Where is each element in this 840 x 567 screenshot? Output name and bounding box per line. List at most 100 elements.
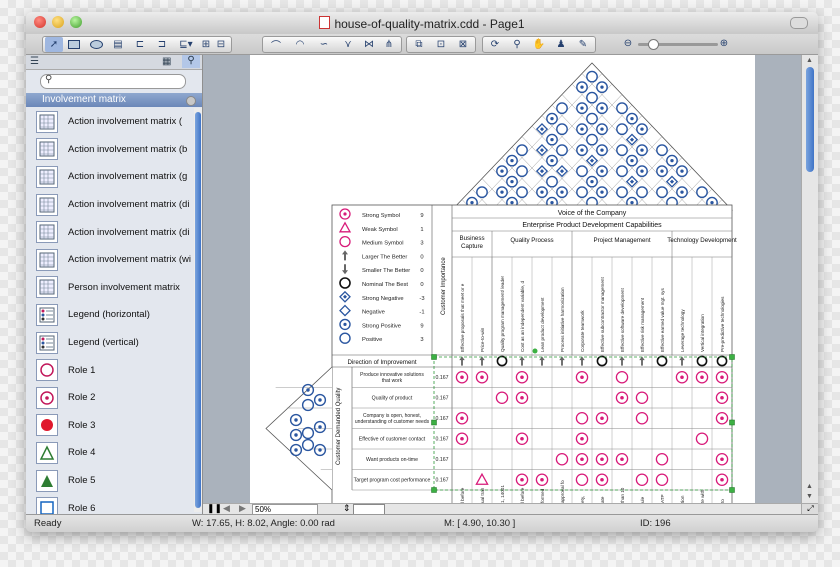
- zoom-in-icon[interactable]: ⊕: [718, 36, 730, 51]
- connector-2-icon[interactable]: ⊐: [153, 37, 171, 52]
- document-icon: [319, 16, 331, 29]
- zoom-slider[interactable]: [638, 39, 718, 50]
- column-header: Effective earned value mgt. sys: [660, 288, 665, 352]
- zoom-tool-icon[interactable]: ⚲: [507, 37, 527, 52]
- rotate-tool-icon[interactable]: ⟳: [485, 37, 505, 52]
- sidebar-item-14[interactable]: Role 5: [26, 467, 194, 495]
- library-list: Action involvement matrix (Action involv…: [26, 108, 194, 514]
- eyedropper-tool-icon[interactable]: ✎: [573, 37, 593, 52]
- sidebar-scrollbar[interactable]: [194, 108, 202, 512]
- zoom-stepper-icon[interactable]: ⇕: [343, 503, 351, 514]
- group-label: Technology Development: [667, 237, 737, 244]
- sidebar-item-13[interactable]: Role 4: [26, 439, 194, 467]
- bottom-column-label: ule: [640, 496, 645, 503]
- scroll-down-arrow-icon[interactable]: ▼: [806, 493, 813, 500]
- row-weight: 0.167: [436, 478, 449, 484]
- sidebar-item-8[interactable]: Legend (horizontal): [26, 301, 194, 329]
- legend-label: Weak Symbol: [362, 227, 398, 233]
- strong-positive-dot: [630, 158, 634, 163]
- column-header: Price-to-win: [480, 327, 485, 352]
- category-header[interactable]: Involvement matrix: [26, 93, 202, 107]
- canvas-area[interactable]: Voice of the Company Enterprise Product D…: [203, 55, 801, 503]
- drawing-page[interactable]: Voice of the Company Enterprise Product D…: [250, 55, 755, 503]
- strong-symbol-dot: [343, 212, 347, 216]
- column-header: Quality program management/ leader: [500, 275, 505, 352]
- strong-symbol-dot: [460, 375, 464, 380]
- next-page-icon[interactable]: ▶: [239, 503, 246, 514]
- smart-connector-icon[interactable]: ⋈: [359, 37, 379, 52]
- zoom-slider-knob[interactable]: [648, 39, 659, 50]
- sidebar-item-2[interactable]: Action involvement matrix (b: [26, 136, 194, 164]
- text-tool-icon[interactable]: ▤: [109, 37, 127, 52]
- group-3-icon[interactable]: ⊠: [453, 37, 473, 52]
- status-bar: Ready W: 17.65, H: 8.02, Angle: 0.00 rad…: [26, 514, 818, 532]
- library-search-input[interactable]: ⚲: [40, 74, 186, 89]
- sidebar-item-4[interactable]: Action involvement matrix (di: [26, 191, 194, 219]
- strong-positive-dot: [630, 116, 634, 121]
- prev-page-icon[interactable]: ◀: [223, 503, 230, 514]
- bottom-column-label: l before: [520, 487, 525, 503]
- sidebar-item-9[interactable]: Legend (vertical): [26, 329, 194, 357]
- zoom-out-icon[interactable]: ⊖: [622, 36, 634, 51]
- row-weight: 0.167: [436, 375, 449, 381]
- house-of-quality-diagram[interactable]: Voice of the Company Enterprise Product D…: [250, 55, 755, 503]
- status-ready: Ready: [34, 518, 62, 529]
- hand-tool-icon[interactable]: ✋: [529, 37, 549, 52]
- vertical-scrollbar[interactable]: ▲ ▲ ▼: [801, 55, 818, 503]
- window-title: house-of-quality-matrix.cdd - Page1: [26, 16, 818, 31]
- strong-positive-dot: [640, 148, 644, 152]
- group-2-icon[interactable]: ⊡: [431, 37, 451, 52]
- scroll-up-arrow-bottom-icon[interactable]: ▲: [806, 483, 813, 490]
- toolbar-toggle-button[interactable]: [790, 17, 808, 29]
- matrix-icon: [36, 193, 58, 216]
- strong-symbol-dot: [600, 416, 604, 421]
- bezier-tool-icon[interactable]: ∽: [313, 37, 335, 52]
- sidebar-item-label: Action involvement matrix (di: [68, 226, 190, 238]
- strong-symbol-dot: [720, 395, 724, 400]
- sidebar-item-6[interactable]: Action involvement matrix (wi: [26, 246, 194, 274]
- sidebar-item-11[interactable]: Role 2: [26, 384, 194, 412]
- connector-4-icon[interactable]: ⊞: [199, 37, 213, 52]
- polyline-tool-icon[interactable]: ⋎: [337, 37, 359, 52]
- grid-view-icon[interactable]: ▦: [162, 56, 171, 67]
- search-tab-icon[interactable]: ⚲: [182, 55, 200, 68]
- strong-positive-dot: [318, 425, 322, 429]
- strong-positive-dot: [580, 85, 584, 89]
- matrix-icon: [36, 276, 58, 299]
- strong-positive-dot: [640, 127, 644, 131]
- sidebar-item-7[interactable]: Person involvement matrix: [26, 274, 194, 302]
- strong-positive-dot: [710, 200, 714, 205]
- category-close-icon[interactable]: [186, 96, 196, 106]
- sidebar-item-3[interactable]: Action involvement matrix (g: [26, 163, 194, 191]
- sidebar-item-10[interactable]: Role 1: [26, 356, 194, 384]
- scroll-up-arrow-icon[interactable]: ▲: [806, 57, 813, 64]
- line-tool-icon[interactable]: ⌒: [265, 37, 287, 52]
- connector-5-icon[interactable]: ⊟: [213, 37, 229, 52]
- bottom-column-label: approval fo: [560, 480, 565, 503]
- sidebar-item-12[interactable]: Role 3: [26, 412, 194, 440]
- sidebar-item-label: Role 4: [68, 447, 96, 459]
- connector-branch-icon[interactable]: ⋔: [379, 37, 399, 52]
- sidebar-item-1[interactable]: Action involvement matrix (: [26, 108, 194, 136]
- connector-3-icon[interactable]: ⊑▾: [175, 37, 197, 52]
- group-tools: ⧉ ⊡ ⊠: [406, 36, 476, 53]
- bottom-column-label: ual tran: [480, 487, 485, 503]
- ellipse-tool-icon[interactable]: [87, 37, 105, 52]
- connector-1-icon[interactable]: ⊏: [131, 37, 149, 52]
- pointer-tool-icon[interactable]: ➚: [45, 37, 63, 52]
- sidebar-item-5[interactable]: Action involvement matrix (di: [26, 218, 194, 246]
- group-1-icon[interactable]: ⧉: [409, 37, 429, 52]
- library-list-icon[interactable]: ☰: [30, 56, 39, 67]
- strong-positive-dot: [580, 106, 584, 110]
- arc-tool-icon[interactable]: ◠: [289, 37, 311, 52]
- status-id: ID: 196: [640, 518, 671, 529]
- pause-icon[interactable]: ❚❚: [207, 503, 222, 514]
- sidebar-item-15[interactable]: Role 6: [26, 494, 194, 514]
- legend-value: 9: [420, 323, 423, 329]
- rectangle-tool-icon[interactable]: [65, 37, 83, 52]
- strong-positive-dot: [600, 85, 604, 89]
- bottom-column-label: ety,: [580, 496, 585, 503]
- stamp-tool-icon[interactable]: ♟: [551, 37, 571, 52]
- vertical-scroll-knob[interactable]: [806, 67, 814, 172]
- sidebar-scroll-knob[interactable]: [195, 112, 201, 508]
